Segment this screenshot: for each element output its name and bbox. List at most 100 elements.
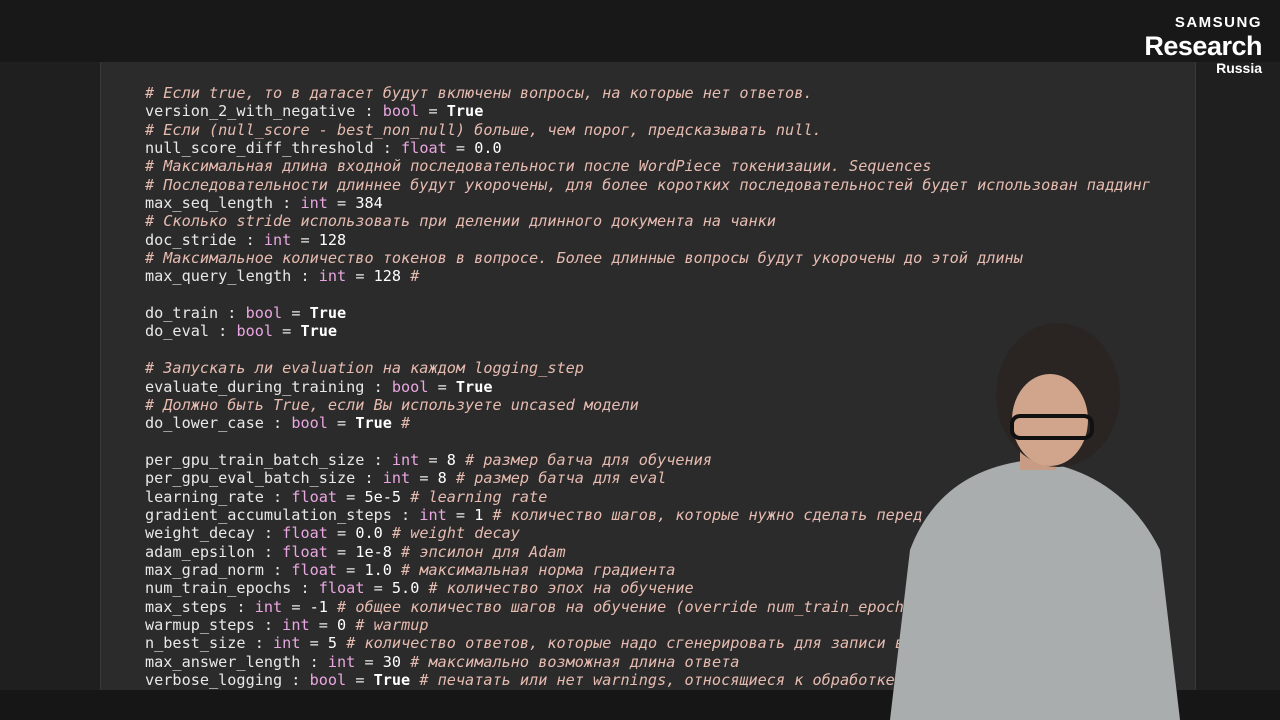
code-token: max_query_length xyxy=(145,267,292,286)
code-token: : xyxy=(364,450,392,469)
code-token: # размер батча для обучения xyxy=(455,450,712,469)
code-token: True xyxy=(455,377,493,396)
code-token: = xyxy=(446,505,475,524)
code-token: bool xyxy=(382,102,420,121)
code-token: = xyxy=(419,102,447,121)
code-token: # Сколько stride использовать при делени… xyxy=(145,212,776,231)
code-token: : xyxy=(391,505,420,524)
code-token: do_train xyxy=(145,304,219,323)
code-token: int xyxy=(254,597,283,616)
code-token: = xyxy=(346,267,374,286)
code-token: = xyxy=(282,304,310,323)
presenter-figure xyxy=(890,323,1180,720)
code-token: # xyxy=(401,267,420,286)
code-token: # максимальная норма градиента xyxy=(391,560,676,579)
code-token: : xyxy=(373,139,402,158)
code-token: warmup_steps xyxy=(145,615,255,634)
code-token: per_gpu_eval_batch_size xyxy=(145,469,356,488)
code-token: # эпсилон для Adam xyxy=(391,542,566,561)
code-token: = xyxy=(346,671,374,689)
code-token: : xyxy=(282,671,310,689)
code-token: : xyxy=(355,102,383,121)
code-token: 5.0 xyxy=(391,579,420,598)
code-token: # размер батча для eval xyxy=(446,469,667,488)
code-token: max_answer_length xyxy=(145,652,301,671)
presenter-face xyxy=(1012,374,1088,466)
code-token: 1e-8 xyxy=(355,542,392,561)
code-token: 1 xyxy=(474,505,484,524)
code-token: = xyxy=(355,652,383,671)
code-token: : xyxy=(254,615,283,634)
code-token: int xyxy=(419,505,447,524)
code-token: 0.0 xyxy=(474,139,502,158)
code-token: # warmup xyxy=(346,615,429,634)
code-token: # learning rate xyxy=(401,487,548,506)
code-token: : xyxy=(364,377,392,396)
code-token: 384 xyxy=(355,194,383,213)
code-token: # общее количество шагов на обучение (ov… xyxy=(327,597,923,616)
logo-line-research: Research xyxy=(1144,31,1262,61)
code-token: bool xyxy=(391,377,429,396)
code-token: : xyxy=(254,524,283,543)
code-token: int xyxy=(300,194,328,213)
code-token: # Если (null_score - best_non_null) боль… xyxy=(145,120,822,139)
code-token: = xyxy=(291,230,319,249)
code-token: = xyxy=(337,487,365,506)
code-token: = xyxy=(337,560,365,579)
code-line: # Если true, то в датасет будут включены… xyxy=(145,84,1151,102)
code-token: = xyxy=(419,450,447,469)
code-token: num_train_epochs xyxy=(145,579,292,598)
presenter-torso xyxy=(890,460,1180,720)
code-token: learning_rate xyxy=(145,487,264,506)
samsung-research-logo: SAMSUNG Research Russia xyxy=(1144,14,1262,76)
code-token: int xyxy=(327,652,356,671)
code-token: = xyxy=(428,377,456,396)
code-token: = xyxy=(282,597,310,616)
code-token: : xyxy=(263,487,292,506)
code-token: max_grad_norm xyxy=(145,560,264,579)
code-token: = xyxy=(364,579,392,598)
code-token: float xyxy=(401,139,447,158)
code-token: : xyxy=(227,597,255,616)
code-token: = xyxy=(309,615,338,634)
code-token: 5e-5 xyxy=(364,487,402,506)
code-token: 30 xyxy=(382,652,402,671)
code-token: weight_decay xyxy=(145,524,255,543)
code-token: verbose_logging xyxy=(145,671,283,689)
code-token: 0.0 xyxy=(355,524,383,543)
code-token: # Последовательности длиннее будут укоро… xyxy=(145,175,1151,194)
code-token: version_2_with_negative xyxy=(145,102,356,121)
code-token: : xyxy=(291,579,319,598)
code-token: : xyxy=(263,560,292,579)
code-line: # Если (null_score - best_non_null) боль… xyxy=(145,121,1151,139)
code-token: 0 xyxy=(337,615,347,634)
code-token: do_lower_case xyxy=(145,414,264,433)
code-token: int xyxy=(382,469,411,488)
code-token: null_score_diff_threshold xyxy=(145,139,374,158)
code-token: # Максимальное количество токенов в вопр… xyxy=(145,249,1023,268)
code-token: # максимально возможная длина ответа xyxy=(401,652,740,671)
code-token: True xyxy=(355,414,392,433)
logo-line-russia: Russia xyxy=(1216,60,1262,76)
code-token: # печатать или нет warnings, относящиеся… xyxy=(410,671,895,689)
code-token: : xyxy=(209,322,237,341)
code-token: True xyxy=(373,671,411,689)
code-token: # Должно быть True, если Вы используете … xyxy=(145,395,639,414)
code-token: 128 xyxy=(373,267,402,286)
code-token: : xyxy=(355,469,383,488)
code-token: 5 xyxy=(327,634,338,653)
code-token: # количество эпох на обучение xyxy=(419,579,694,598)
code-token: 8 xyxy=(446,450,456,469)
code-token: True xyxy=(300,322,338,341)
code-token: bool xyxy=(291,414,328,433)
code-token: = xyxy=(327,542,356,561)
code-line: max_seq_length : int = 384 xyxy=(145,194,1151,212)
code-token: = xyxy=(327,414,356,433)
code-token: # количество ответов, которые надо сгене… xyxy=(337,634,904,653)
left-margin xyxy=(0,62,100,720)
code-token: float xyxy=(318,579,365,598)
code-token: : xyxy=(273,194,301,213)
code-token: True xyxy=(309,304,347,323)
code-line: # Последовательности длиннее будут укоро… xyxy=(145,176,1151,194)
code-line: max_query_length : int = 128 # xyxy=(145,267,1151,285)
